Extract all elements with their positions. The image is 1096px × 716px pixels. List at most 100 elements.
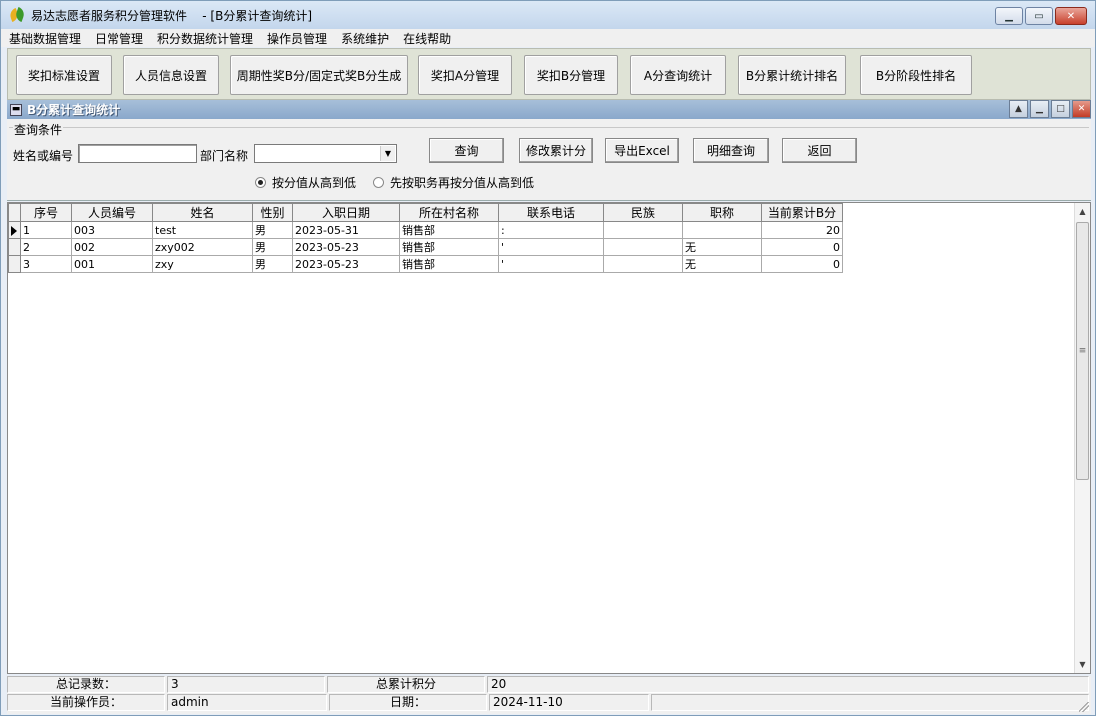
minimize-icon: ▁ xyxy=(1036,104,1043,114)
periodic-b-score-button[interactable]: 周期性奖B分/固定式奖B分生成 xyxy=(230,55,408,95)
table-cell[interactable]: 0 xyxy=(761,255,843,273)
child-close-button[interactable]: ✕ xyxy=(1072,100,1091,118)
child-maximize-button[interactable]: □ xyxy=(1051,100,1070,118)
b-score-manage-button[interactable]: 奖扣B分管理 xyxy=(524,55,618,95)
export-excel-button[interactable]: 导出Excel xyxy=(605,138,679,163)
table-cell[interactable] xyxy=(603,221,683,239)
menu-score-stats[interactable]: 积分数据统计管理 xyxy=(157,30,253,47)
column-header[interactable]: 联系电话 xyxy=(498,203,604,222)
name-or-id-label: 姓名或编号 xyxy=(13,149,74,163)
menu-help[interactable]: 在线帮助 xyxy=(403,30,451,47)
column-header[interactable]: 姓名 xyxy=(152,203,253,222)
column-header[interactable]: 入职日期 xyxy=(292,203,400,222)
results-table: 序号 人员编号 姓名 性别 入职日期 所在村名称 联系电话 民族 职称 当前累计… xyxy=(8,203,843,273)
child-minimize-button[interactable]: ▁ xyxy=(1030,100,1049,118)
column-header[interactable]: 序号 xyxy=(20,203,72,222)
table-cell[interactable]: 2023-05-23 xyxy=(292,238,400,256)
row-indicator[interactable] xyxy=(8,238,21,256)
results-grid[interactable]: 序号 人员编号 姓名 性别 入职日期 所在村名称 联系电话 民族 职称 当前累计… xyxy=(7,202,1091,674)
personnel-info-button[interactable]: 人员信息设置 xyxy=(123,55,219,95)
column-header[interactable]: 职称 xyxy=(682,203,762,222)
app-logo-icon xyxy=(8,7,26,23)
table-cell[interactable]: 001 xyxy=(71,255,153,273)
chevron-down-icon[interactable]: ▼ xyxy=(380,146,395,161)
child-window-caption[interactable]: ▬ B分累计查询统计 ▲ ▁ □ ✕ xyxy=(7,100,1091,119)
detail-query-button[interactable]: 明细查询 xyxy=(693,138,769,163)
b-score-ranking-button[interactable]: B分累计统计排名 xyxy=(738,55,846,95)
maximize-button[interactable]: ▭ xyxy=(1025,7,1053,25)
total-records-value: 3 xyxy=(167,676,325,693)
child-restore-button[interactable]: ▲ xyxy=(1009,100,1028,118)
sort-by-score-radio[interactable]: 按分值从高到低 xyxy=(255,174,356,191)
sort-by-position-radio[interactable]: 先按职务再按分值从高到低 xyxy=(373,174,534,191)
menu-operator[interactable]: 操作员管理 xyxy=(267,30,327,47)
scroll-down-icon[interactable]: ▼ xyxy=(1075,656,1090,673)
close-button[interactable]: ✕ xyxy=(1055,7,1087,25)
scroll-thumb[interactable]: ≡ xyxy=(1076,222,1089,480)
table-cell[interactable]: ' xyxy=(498,255,604,273)
table-cell[interactable]: 销售部 xyxy=(399,238,499,256)
menu-daily[interactable]: 日常管理 xyxy=(95,30,143,47)
table-cell[interactable]: 销售部 xyxy=(399,255,499,273)
radio-unchecked-icon xyxy=(373,177,384,188)
query-button[interactable]: 查询 xyxy=(429,138,504,163)
table-row[interactable]: 2 002 zxy002 男 2023-05-23 销售部 ' 无 0 xyxy=(8,238,843,256)
table-cell[interactable]: 0 xyxy=(761,238,843,256)
department-label: 部门名称 xyxy=(200,149,249,163)
table-cell[interactable]: : xyxy=(498,221,604,239)
toolbar: 奖扣标准设置 人员信息设置 周期性奖B分/固定式奖B分生成 奖扣A分管理 奖扣B… xyxy=(7,48,1091,100)
table-cell[interactable] xyxy=(603,255,683,273)
table-cell[interactable]: 003 xyxy=(71,221,153,239)
table-cell[interactable]: 1 xyxy=(20,221,72,239)
name-or-id-input[interactable] xyxy=(78,144,197,163)
column-header[interactable]: 性别 xyxy=(252,203,293,222)
column-header[interactable]: 人员编号 xyxy=(71,203,153,222)
table-cell[interactable]: zxy002 xyxy=(152,238,253,256)
sort-by-position-label: 先按职务再按分值从高到低 xyxy=(390,176,535,190)
menu-system[interactable]: 系统维护 xyxy=(341,30,389,47)
table-cell[interactable]: 3 xyxy=(20,255,72,273)
a-score-query-button[interactable]: A分查询统计 xyxy=(630,55,726,95)
table-cell[interactable]: 2023-05-23 xyxy=(292,255,400,273)
column-header[interactable]: 当前累计B分 xyxy=(761,203,843,222)
child-system-menu-icon[interactable]: ▬ xyxy=(10,103,22,116)
column-header[interactable]: 民族 xyxy=(603,203,683,222)
table-cell[interactable]: 男 xyxy=(252,238,293,256)
table-cell[interactable]: 20 xyxy=(761,221,843,239)
column-header[interactable]: 所在村名称 xyxy=(399,203,499,222)
table-cell[interactable] xyxy=(603,238,683,256)
menu-basic-data[interactable]: 基础数据管理 xyxy=(9,30,81,47)
table-cell[interactable]: 2023-05-31 xyxy=(292,221,400,239)
table-cell[interactable]: test xyxy=(152,221,253,239)
table-row[interactable]: 1 003 test 男 2023-05-31 销售部 : 20 xyxy=(8,221,843,239)
resize-grip-icon[interactable] xyxy=(1079,702,1089,712)
table-cell[interactable]: zxy xyxy=(152,255,253,273)
table-cell[interactable]: 无 xyxy=(682,255,762,273)
table-cell[interactable]: 男 xyxy=(252,221,293,239)
table-cell[interactable]: 2 xyxy=(20,238,72,256)
vertical-scrollbar[interactable]: ▲ ≡ ▼ xyxy=(1074,203,1090,673)
scroll-up-icon[interactable]: ▲ xyxy=(1075,203,1090,220)
table-cell[interactable] xyxy=(682,221,762,239)
a-score-manage-button[interactable]: 奖扣A分管理 xyxy=(418,55,512,95)
department-select[interactable]: ▼ xyxy=(254,144,397,163)
modify-total-score-button[interactable]: 修改累计分 xyxy=(519,138,593,163)
query-conditions-legend: 查询条件 xyxy=(13,121,64,138)
table-cell[interactable]: ' xyxy=(498,238,604,256)
row-indicator[interactable] xyxy=(8,255,21,273)
table-cell[interactable]: 002 xyxy=(71,238,153,256)
table-cell[interactable]: 无 xyxy=(682,238,762,256)
title-bar[interactable]: 易达志愿者服务积分管理软件 - [B分累计查询统计] ▁ ▭ ✕ xyxy=(1,1,1095,29)
b-score-stage-ranking-button[interactable]: B分阶段性排名 xyxy=(860,55,972,95)
row-indicator[interactable] xyxy=(8,221,21,239)
table-cell[interactable]: 销售部 xyxy=(399,221,499,239)
return-button[interactable]: 返回 xyxy=(782,138,857,163)
date-label: 日期： xyxy=(329,694,487,711)
reward-standard-button[interactable]: 奖扣标准设置 xyxy=(16,55,112,95)
minimize-button[interactable]: ▁ xyxy=(995,7,1023,25)
maximize-icon: ▭ xyxy=(1034,10,1044,22)
total-score-label: 总累计积分 xyxy=(327,676,485,693)
chevron-up-icon: ▲ xyxy=(1015,104,1022,114)
table-cell[interactable]: 男 xyxy=(252,255,293,273)
table-row[interactable]: 3 001 zxy 男 2023-05-23 销售部 ' 无 0 xyxy=(8,255,843,273)
